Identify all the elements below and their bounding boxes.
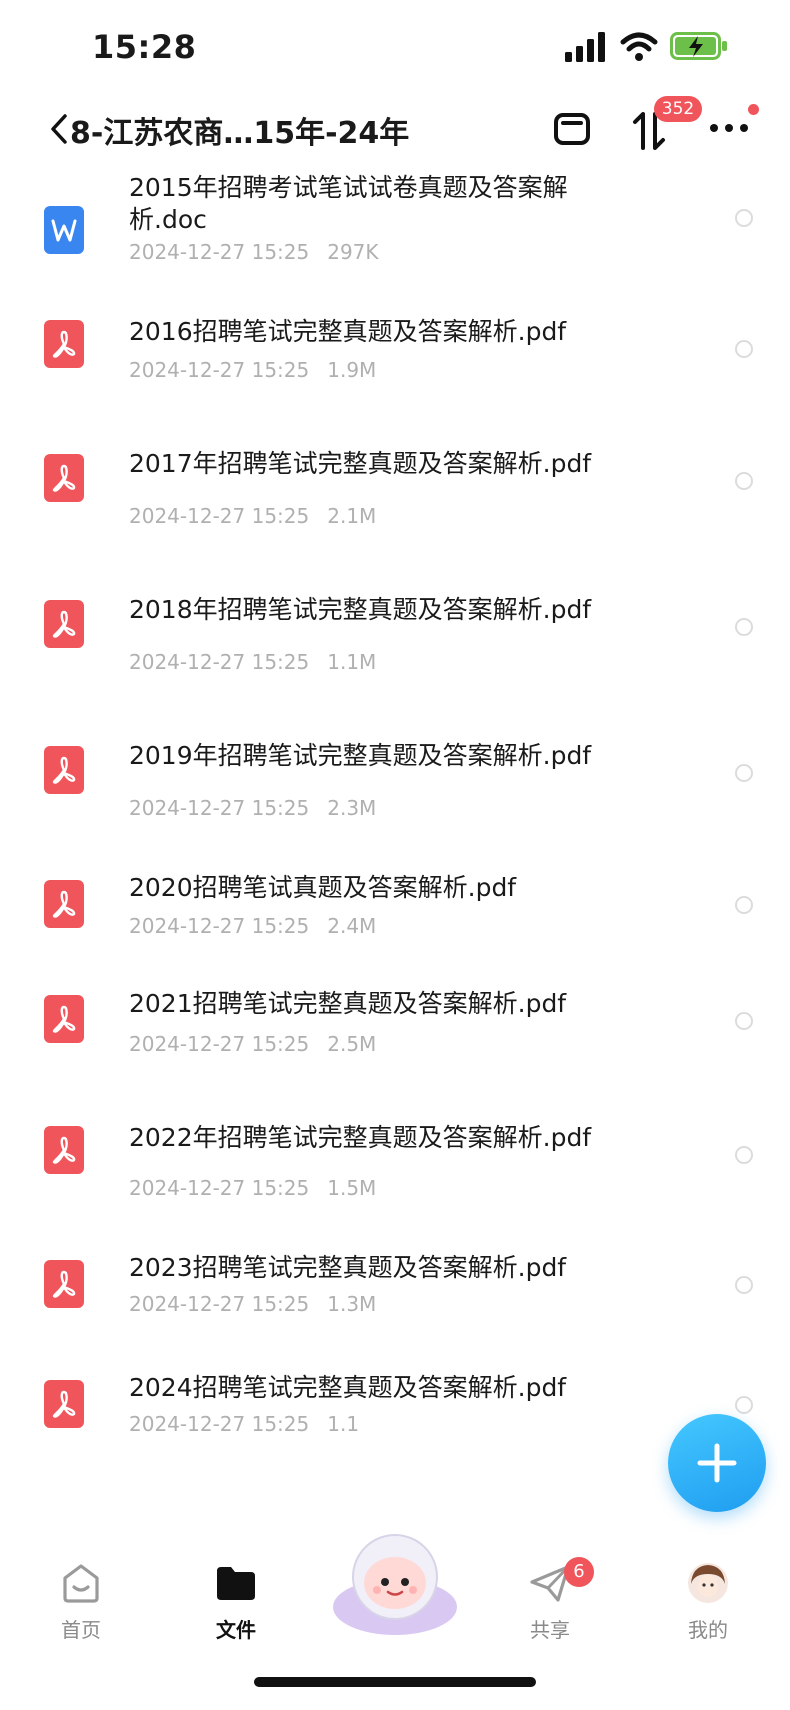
- file-size: 2.5M: [327, 1032, 377, 1056]
- pdf-file-icon: [44, 995, 84, 1043]
- status-time: 15:28: [92, 28, 197, 66]
- select-radio[interactable]: [735, 472, 753, 490]
- file-meta: 2024-12-27 15:25 1.1: [129, 1412, 359, 1436]
- file-date: 2024-12-27 15:25: [129, 1292, 310, 1316]
- home-icon: [63, 1564, 99, 1603]
- file-date: 2024-12-27 15:25: [129, 1412, 310, 1436]
- select-radio[interactable]: [735, 1012, 753, 1030]
- file-size: 2.3M: [327, 796, 377, 820]
- tab-files[interactable]: 文件: [191, 1562, 281, 1643]
- file-meta: 2024-12-27 15:25 2.4M: [129, 914, 376, 938]
- file-date: 2024-12-27 15:25: [129, 240, 310, 264]
- file-size: 2.4M: [327, 914, 377, 938]
- file-name[interactable]: 2015年招聘考试笔试试卷真题及答案解析.doc: [129, 172, 609, 236]
- file-meta: 2024-12-27 15:25 1.9M: [129, 358, 376, 382]
- file-name[interactable]: 2016招聘笔试完整真题及答案解析.pdf: [129, 316, 609, 348]
- file-name[interactable]: 2022年招聘笔试完整真题及答案解析.pdf: [129, 1122, 609, 1154]
- mascot-assistant-icon[interactable]: [328, 1525, 462, 1637]
- tab-home-label: 首页: [61, 1618, 101, 1642]
- pdf-file-icon: [44, 600, 84, 648]
- select-radio[interactable]: [735, 1276, 753, 1294]
- pdf-file-icon: [44, 1260, 84, 1308]
- select-radio[interactable]: [735, 618, 753, 636]
- file-date: 2024-12-27 15:25: [129, 504, 310, 528]
- pdf-file-icon: [44, 880, 84, 928]
- signal-icon: [565, 32, 605, 62]
- file-date: 2024-12-27 15:25: [129, 358, 310, 382]
- file-meta: 2024-12-27 15:25 1.5M: [129, 1176, 376, 1200]
- folder-icon: [217, 1567, 255, 1600]
- wifi-icon: [620, 32, 658, 61]
- file-meta: 2024-12-27 15:25 1.1M: [129, 650, 376, 674]
- file-size: 1.3M: [327, 1292, 377, 1316]
- window-view-icon[interactable]: [552, 108, 592, 148]
- file-name[interactable]: 2020招聘笔试真题及答案解析.pdf: [129, 872, 609, 904]
- pdf-file-icon: [44, 320, 84, 368]
- more-options-icon[interactable]: [708, 118, 750, 138]
- tab-mine-label: 我的: [688, 1618, 728, 1642]
- tab-files-label: 文件: [216, 1618, 256, 1642]
- file-name[interactable]: 2023招聘笔试完整真题及答案解析.pdf: [129, 1252, 609, 1284]
- transfer-count-badge: 352: [654, 96, 702, 122]
- file-size: 1.9M: [327, 358, 377, 382]
- folder-title: 8-江苏农商…15年-24年: [70, 116, 410, 151]
- home-indicator: [254, 1677, 536, 1687]
- file-meta: 2024-12-27 15:25 2.5M: [129, 1032, 376, 1056]
- file-size: 2.1M: [327, 504, 377, 528]
- pdf-file-icon: [44, 454, 84, 502]
- pdf-file-icon: [44, 1126, 84, 1174]
- file-date: 2024-12-27 15:25: [129, 1032, 310, 1056]
- file-meta: 2024-12-27 15:25 2.1M: [129, 504, 376, 528]
- select-radio[interactable]: [735, 209, 753, 227]
- file-date: 2024-12-27 15:25: [129, 914, 310, 938]
- file-name[interactable]: 2017年招聘笔试完整真题及答案解析.pdf: [129, 448, 609, 480]
- file-name[interactable]: 2021招聘笔试完整真题及答案解析.pdf: [129, 988, 609, 1020]
- file-size: 1.1: [327, 1412, 360, 1436]
- battery-charging-icon: [670, 32, 727, 60]
- file-list: 2015年招聘考试笔试试卷真题及答案解析.doc 2024-12-27 15:25…: [0, 160, 790, 1545]
- select-radio[interactable]: [735, 896, 753, 914]
- file-size: 297K: [327, 240, 379, 264]
- file-name[interactable]: 2019年招聘笔试完整真题及答案解析.pdf: [129, 740, 609, 772]
- add-button[interactable]: [668, 1414, 766, 1512]
- file-meta: 2024-12-27 15:25 1.3M: [129, 1292, 376, 1316]
- share-badge: 6: [564, 1557, 594, 1587]
- avatar: [688, 1563, 728, 1603]
- tab-mine[interactable]: 我的: [663, 1562, 753, 1643]
- file-name[interactable]: 2018年招聘笔试完整真题及答案解析.pdf: [129, 594, 609, 626]
- plus-icon: [697, 1443, 737, 1483]
- tab-home[interactable]: 首页: [36, 1562, 126, 1643]
- pdf-file-icon: [44, 746, 84, 794]
- pdf-file-icon: [44, 1380, 84, 1428]
- tab-share-label: 共享: [530, 1618, 570, 1642]
- file-date: 2024-12-27 15:25: [129, 650, 310, 674]
- file-size: 1.5M: [327, 1176, 377, 1200]
- select-radio[interactable]: [735, 340, 753, 358]
- select-radio[interactable]: [735, 1396, 753, 1414]
- word-doc-icon: [44, 206, 84, 254]
- select-radio[interactable]: [735, 764, 753, 782]
- select-radio[interactable]: [735, 1146, 753, 1164]
- file-name[interactable]: 2024招聘笔试完整真题及答案解析.pdf: [129, 1372, 609, 1404]
- file-meta: 2024-12-27 15:25 2.3M: [129, 796, 376, 820]
- notification-dot: [748, 104, 759, 115]
- file-size: 1.1M: [327, 650, 377, 674]
- file-date: 2024-12-27 15:25: [129, 1176, 310, 1200]
- file-meta: 2024-12-27 15:25 297K: [129, 240, 379, 264]
- back-arrow-icon[interactable]: [48, 112, 70, 146]
- file-date: 2024-12-27 15:25: [129, 796, 310, 820]
